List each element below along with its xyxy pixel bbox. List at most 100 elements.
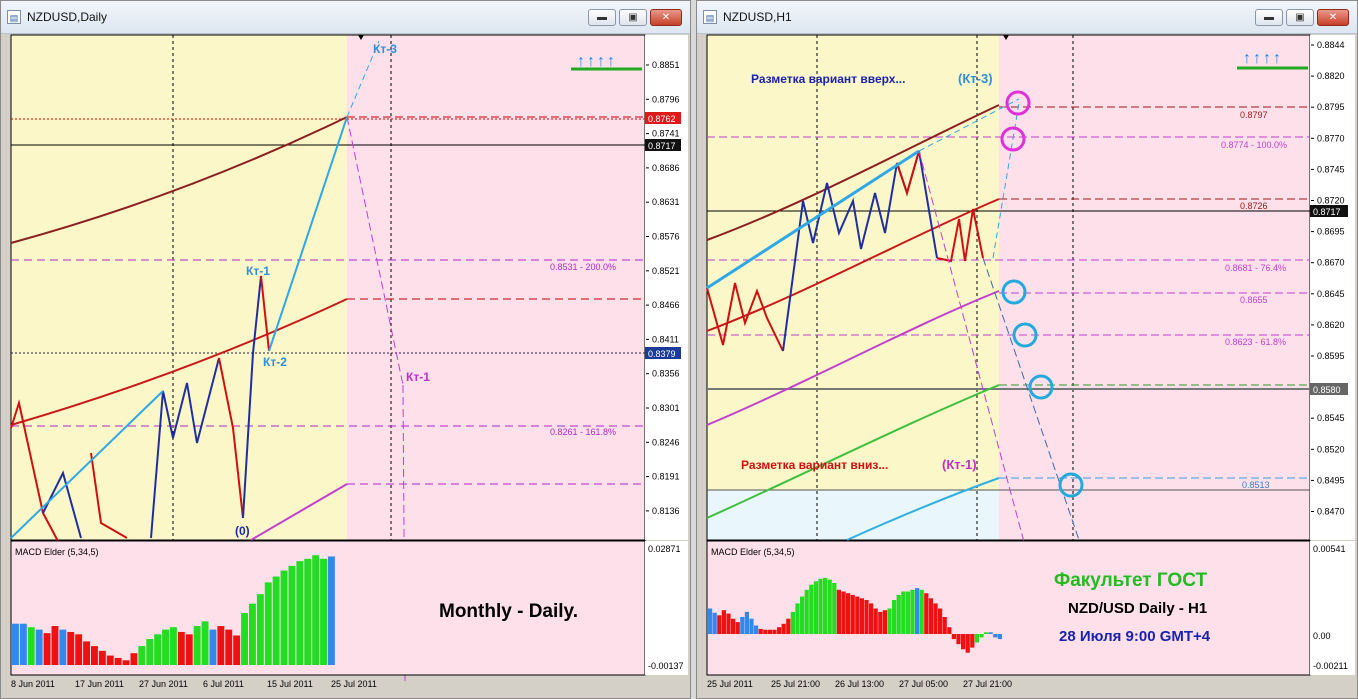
macd-bar [850,594,855,634]
macd-bar [823,577,828,634]
date-tick-label: 25 Jul 2011 [331,679,377,689]
kt3-label: Кт-3 [373,42,397,56]
kt1-label: (Кт-1) [942,457,977,472]
date-tick-label: 8 Jun 2011 [11,679,55,689]
minimize-button[interactable]: ▬ [588,9,616,26]
macd-bar [800,596,805,634]
macd-bar [296,561,304,665]
kt1-label: Кт-1 [246,264,270,278]
macd-scale-bottom: -0.00137 [648,661,684,671]
macd-bar [979,634,984,638]
price-tick-label: 0.8301 [652,403,680,413]
macd-bar [951,634,956,640]
left-titlebar[interactable]: ▤ NZDUSD,Daily ▬ ▣ ✕ [1,1,690,34]
macd-bar [162,629,169,665]
macd-bar [708,608,713,634]
price-tick-label: 0.8545 [1317,413,1345,423]
macd-bar [965,634,970,653]
macd-bar [910,589,915,634]
price-tick-label: 0.8466 [652,300,680,310]
price-tick-label: 0.8136 [652,506,680,516]
macd-bar [91,646,98,665]
macd-bar [818,578,823,634]
date-tick-label: 25 Jul 21:00 [771,679,820,689]
macd-bar [933,603,938,634]
restore-button[interactable]: ▣ [1286,9,1314,26]
macd-bar [786,618,791,634]
restore-button[interactable]: ▣ [619,9,647,26]
macd-bar [272,576,280,665]
right-titlebar[interactable]: ▤ NZDUSD,H1 ▬ ▣ ✕ [697,1,1357,34]
macd-bar [744,611,749,634]
macd-bar [12,623,19,665]
price-tick-label: 0.8695 [1317,227,1345,237]
up-arrows-icon: ↑↑↑↑ [1243,50,1283,67]
date-tick-label: 27 Jul 05:00 [899,679,948,689]
price-tick-label: 0.8851 [652,60,680,70]
price-tick-label: 0.8741 [652,129,680,139]
zero-label: (0) [235,524,250,538]
price-tick-label: 0.8520 [1317,444,1345,454]
macd-bar [970,634,975,648]
macd-bar [264,582,272,665]
macd-bar [114,657,122,665]
variant-down-text: Разметка вариант вниз... [741,458,888,472]
date-tick-label: 17 Jun 2011 [75,679,124,689]
macd-bar [731,618,736,634]
macd-bar [98,650,106,665]
macd-bar [712,612,717,634]
caption-date: 28 Июля 9:00 GMT+4 [1059,628,1211,645]
macd-bar [249,603,256,665]
right-window-title: NZDUSD,H1 [723,10,792,24]
macd-bar [832,583,837,634]
macd-scale-top: 0.00541 [1313,544,1346,554]
minimize-button[interactable]: ▬ [1255,9,1283,26]
macd-bar [777,627,782,634]
macd-bar [882,610,887,634]
macd-bar [749,618,754,634]
date-tick-label: 27 Jul 21:00 [963,679,1012,689]
macd-bar [809,584,814,634]
left-chart-window[interactable]: ▤ NZDUSD,Daily ▬ ▣ ✕ Кт-1 Кт-2 Кт-3 Кт-1… [0,0,691,699]
macd-bar [813,581,818,634]
left-window-title: NZDUSD,Daily [27,10,108,24]
macd-bar [878,611,883,634]
macd-bar [19,623,27,665]
price-tick-label: 0.8521 [652,266,680,276]
close-button[interactable]: ✕ [650,9,682,26]
black-price-tag: 0.8717 [648,141,676,151]
macd-bar [961,634,966,650]
price-tick-label: 0.8356 [652,369,680,379]
level-200-label: 0.8531 - 200.0% [550,262,616,272]
macd-bar [988,632,993,634]
past-zone [11,35,347,540]
price-tick-label: 0.8470 [1317,507,1345,517]
price-tick-label: 0.8795 [1317,102,1345,112]
macd-bar [942,617,947,634]
macd-bar [790,611,795,634]
date-tick-label: 15 Jul 2011 [267,679,313,689]
right-chart-window[interactable]: ▤ NZDUSD,H1 ▬ ▣ ✕ Разметка вариант вверх… [696,0,1358,699]
level-8774-label: 0.8774 - 100.0% [1221,140,1287,150]
price-tick-label: 0.8595 [1317,351,1345,361]
macd-bar [947,627,952,634]
macd-bar [859,598,864,634]
macd-bar [201,621,209,665]
close-button[interactable]: ✕ [1317,9,1349,26]
macd-bar [997,634,1002,640]
left-chart-canvas[interactable]: Кт-1 Кт-2 Кт-3 Кт-1 (0) 0.8531 - 200.0% … [1,33,690,699]
macd-bar [59,629,67,665]
macd-bar [905,591,910,634]
macd-bar [138,646,146,665]
level-8623-label: 0.8623 - 61.8% [1225,337,1286,347]
macd-bar [901,591,906,634]
kt3-label: (Кт-3) [958,71,993,86]
future-zone [347,35,645,540]
chart-window-icon: ▤ [7,10,21,24]
macd-bar [726,613,731,634]
date-tick-label: 26 Jul 13:00 [835,679,884,689]
right-date-axis: 25 Jul 2011 25 Jul 21:00 26 Jul 13:00 27 Ju… [707,679,1012,689]
right-chart-canvas[interactable]: Разметка вариант вверх... (Кт-3) Разметк… [697,33,1357,699]
level-8726-label: 0.8726 [1240,201,1268,211]
macd-bar [209,629,217,665]
